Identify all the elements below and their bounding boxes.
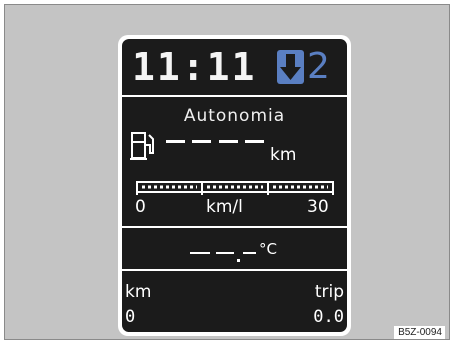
fuel-pump-icon [130, 131, 156, 161]
consumption-scale-bar [136, 180, 334, 195]
divider [122, 95, 347, 97]
scale-min-label: 0 [135, 197, 146, 217]
figure-frame: 11:11 2 Autonomia km 0 km/l 30 °C km tri… [4, 4, 450, 340]
clock-time: 11:11 [132, 45, 257, 89]
divider [122, 269, 347, 271]
divider [122, 226, 347, 228]
scale-max-label: 30 [307, 197, 329, 217]
range-value [166, 137, 264, 145]
arrow-down-icon [277, 50, 304, 84]
gear-recommendation: 2 [307, 46, 330, 87]
range-unit: km [270, 145, 297, 165]
range-title: Autonomia [183, 106, 286, 126]
figure-reference-code: B5Z-0094 [394, 326, 445, 339]
trip-value: 0.0 [313, 307, 344, 327]
temperature-value [190, 239, 300, 263]
instrument-display: 11:11 2 Autonomia km 0 km/l 30 °C km tri… [118, 35, 351, 336]
odometer-value: 0 [125, 307, 136, 327]
temperature-unit: °C [259, 240, 277, 258]
trip-label: trip [314, 282, 344, 302]
consumption-unit: km/l [206, 197, 243, 217]
display-screen: 11:11 2 Autonomia km 0 km/l 30 °C km tri… [122, 39, 347, 332]
odometer-label: km [125, 282, 152, 302]
